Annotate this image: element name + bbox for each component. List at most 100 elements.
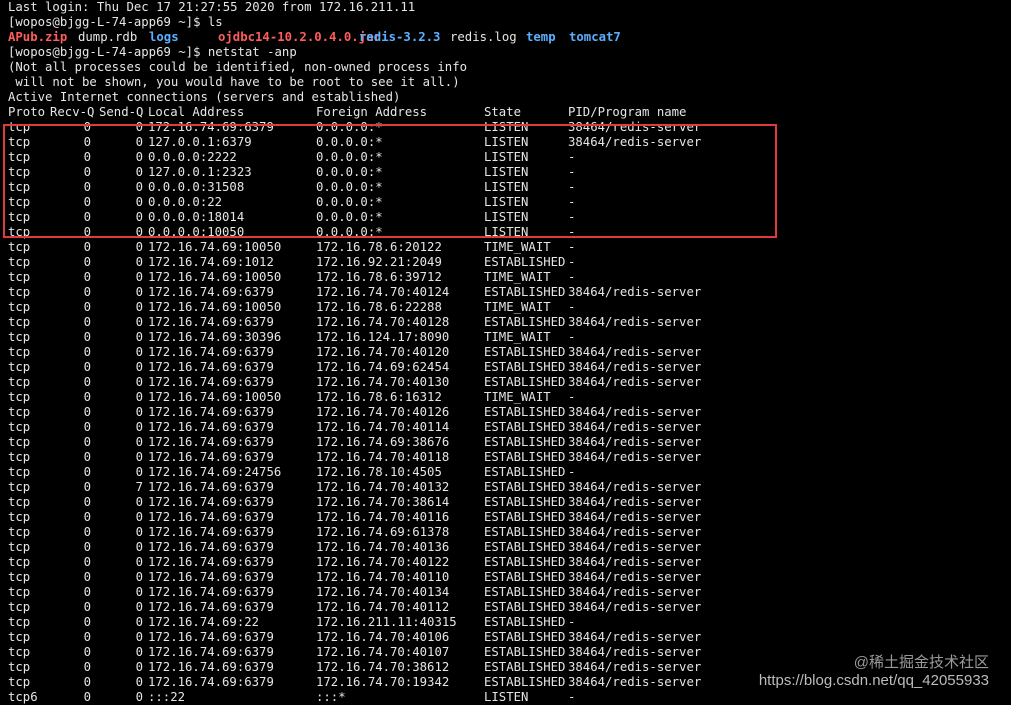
cell-send-q: 0 [135, 285, 143, 299]
cell-state: ESTABLISHED [484, 585, 566, 599]
netstat-row: tcp 0 0 172.16.74.69:6379 172.16.74.70:40128… [8, 315, 1008, 330]
cell-proto: tcp [8, 675, 31, 689]
cell-foreign-address: 172.16.74.70:38612 [316, 660, 450, 674]
cell-pid-program: 38464/redis-server [568, 135, 702, 149]
cell-proto: tcp [8, 465, 31, 479]
ls-item: ojdbc14-10.2.0.4.0.jar [218, 30, 381, 44]
cell-proto: tcp [8, 420, 31, 434]
cell-send-q: 0 [135, 300, 143, 314]
cell-pid-program: 38464/redis-server [568, 285, 702, 299]
netstat-row: tcp 0 0 0.0.0.0:2222 0.0.0.0:* LISTEN - [8, 150, 1008, 165]
cell-send-q: 0 [135, 405, 143, 419]
netstat-row: tcp 0 0 172.16.74.69:6379 172.16.74.70:40106… [8, 630, 1008, 645]
cell-foreign-address: 172.16.78.6:16312 [316, 390, 442, 404]
cell-foreign-address: 0.0.0.0:* [316, 180, 383, 194]
netstat-row: tcp 0 0 172.16.74.69:6379 172.16.74.69:61378… [8, 525, 1008, 540]
cell-send-q: 0 [135, 435, 143, 449]
col-proto: Proto [8, 105, 46, 119]
cell-state: ESTABLISHED [484, 555, 566, 569]
cell-pid-program: 38464/redis-server [568, 345, 702, 359]
watermark-juejin: @稀土掘金技术社区 [853, 654, 989, 671]
cell-proto: tcp [8, 360, 31, 374]
cell-proto: tcp [8, 225, 31, 239]
cell-recv-q: 0 [83, 165, 91, 179]
netstat-row: tcp 0 0 172.16.74.69:6379 172.16.74.70:40114… [8, 420, 1008, 435]
cell-recv-q: 0 [83, 375, 91, 389]
ls-item: logs [149, 30, 179, 44]
cell-state: ESTABLISHED [484, 315, 566, 329]
terminal-window[interactable]: Last login: Thu Dec 17 21:27:55 2020 fro… [0, 0, 1011, 704]
cell-state: LISTEN [484, 210, 529, 224]
netstat-row: tcp 0 0 127.0.0.1:6379 0.0.0.0:* LISTEN 38464/… [8, 135, 1008, 150]
col-send-q: Send-Q [99, 105, 144, 119]
cell-pid-program: 38464/redis-server [568, 495, 702, 509]
cell-recv-q: 0 [83, 630, 91, 644]
cell-local-address: 172.16.74.69:6379 [148, 315, 274, 329]
cell-foreign-address: 172.16.74.70:40120 [316, 345, 450, 359]
cell-proto: tcp [8, 180, 31, 194]
cell-send-q: 0 [135, 345, 143, 359]
cell-pid-program: - [568, 240, 576, 254]
cell-state: ESTABLISHED [484, 615, 566, 629]
cell-pid-program: 38464/redis-server [568, 435, 702, 449]
notice-line-1: (Not all processes could be identified, … [8, 60, 468, 74]
cell-state: TIME_WAIT [484, 270, 551, 284]
cell-foreign-address: 0.0.0.0:* [316, 210, 383, 224]
cell-foreign-address: 172.16.211.11:40315 [316, 615, 457, 629]
cell-pid-program: 38464/redis-server [568, 600, 702, 614]
cell-proto: tcp [8, 195, 31, 209]
netstat-row: tcp 0 0 172.16.74.69:6379 172.16.74.70:40126… [8, 405, 1008, 420]
cell-state: LISTEN [484, 150, 529, 164]
cell-recv-q: 0 [83, 285, 91, 299]
cell-pid-program: - [568, 270, 576, 284]
cell-state: ESTABLISHED [484, 255, 566, 269]
ls-item: temp [526, 30, 556, 44]
cell-proto: tcp [8, 525, 31, 539]
cell-pid-program: - [568, 165, 576, 179]
cell-foreign-address: 172.16.74.70:40126 [316, 405, 450, 419]
cell-pid-program: - [568, 690, 576, 704]
cell-foreign-address: 0.0.0.0:* [316, 195, 383, 209]
ls-item: APub.zip [8, 30, 68, 44]
cell-recv-q: 0 [83, 660, 91, 674]
prompt-ls-line: [wopos@bjgg-L-74-app69 ~]$ ls [8, 15, 223, 29]
ls-item: redis-3.2.3 [359, 30, 441, 44]
cell-local-address: 172.16.74.69:6379 [148, 510, 274, 524]
netstat-row: tcp6 0 0:::22:::* LISTEN - [8, 690, 1008, 705]
cell-send-q: 0 [135, 570, 143, 584]
cell-foreign-address: 172.16.92.21:2049 [316, 255, 442, 269]
cell-pid-program: 38464/redis-server [568, 660, 702, 674]
cell-send-q: 0 [135, 195, 143, 209]
cell-recv-q: 0 [83, 135, 91, 149]
cell-recv-q: 0 [83, 675, 91, 689]
cell-recv-q: 0 [83, 450, 91, 464]
cell-local-address: 172.16.74.69:6379 [148, 285, 274, 299]
cell-local-address: 127.0.0.1:6379 [148, 135, 252, 149]
cell-state: ESTABLISHED [484, 345, 566, 359]
cell-pid-program: 38464/redis-server [568, 420, 702, 434]
cell-local-address: 172.16.74.69:24756 [148, 465, 282, 479]
cell-pid-program: - [568, 150, 576, 164]
cell-send-q: 0 [135, 210, 143, 224]
cell-local-address: 172.16.74.69:6379 [148, 450, 274, 464]
ls-item: dump.rdb [78, 30, 138, 44]
cell-pid-program: 38464/redis-server [568, 525, 702, 539]
cell-pid-program: - [568, 465, 576, 479]
cell-proto: tcp [8, 495, 31, 509]
cell-foreign-address: 172.16.74.70:40112 [316, 600, 450, 614]
cell-state: ESTABLISHED [484, 570, 566, 584]
cell-proto: tcp [8, 390, 31, 404]
cell-foreign-address: 172.16.74.70:40118 [316, 450, 450, 464]
cell-foreign-address: 172.16.74.70:40136 [316, 540, 450, 554]
cell-foreign-address: 172.16.74.70:40107 [316, 645, 450, 659]
netstat-row: tcp 0 0 0.0.0.0:31508 0.0.0.0:* LISTEN - [8, 180, 1008, 195]
netstat-row: tcp 0 0 172.16.74.69:6379 172.16.74.70:38614… [8, 495, 1008, 510]
cell-local-address: 172.16.74.69:22 [148, 615, 260, 629]
cell-pid-program: 38464/redis-server [568, 540, 702, 554]
col-foreign-address: Foreign Address [316, 105, 428, 119]
cell-recv-q: 0 [83, 210, 91, 224]
cell-local-address: 172.16.74.69:6379 [148, 495, 274, 509]
cell-state: ESTABLISHED [484, 435, 566, 449]
ls-item: redis.log [450, 30, 517, 44]
cell-pid-program: - [568, 390, 576, 404]
